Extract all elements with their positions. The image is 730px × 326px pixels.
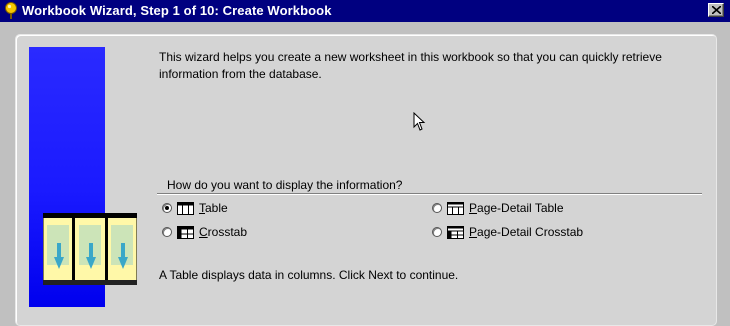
group-separator [157, 193, 702, 195]
close-icon [712, 6, 721, 14]
close-button[interactable] [708, 3, 724, 17]
radio-crosstab[interactable] [162, 227, 172, 237]
radio-page-detail-crosstab[interactable] [432, 227, 442, 237]
page-detail-table-icon [447, 201, 464, 215]
option-crosstab-label: Crosstab [199, 225, 248, 239]
title-bar[interactable]: Workbook Wizard, Step 1 of 10: Create Wo… [0, 0, 730, 22]
option-page-detail-crosstab[interactable]: Page-Detail Crosstab [432, 223, 583, 241]
wizard-icon [5, 2, 17, 19]
intro-text: This wizard helps you create a new works… [159, 50, 662, 81]
footer-hint-text: A Table displays data in columns. Click … [159, 268, 459, 282]
display-group-label: How do you want to display the informati… [167, 178, 403, 192]
radio-page-detail-table[interactable] [432, 203, 442, 213]
mouse-cursor-icon [413, 112, 426, 131]
crosstab-icon [177, 225, 194, 239]
option-page-detail-crosstab-label: Page-Detail Crosstab [469, 225, 584, 239]
page-detail-crosstab-icon [447, 225, 464, 239]
option-page-detail-table[interactable]: Page-Detail Table [432, 199, 564, 217]
option-crosstab[interactable]: Crosstab [162, 223, 247, 241]
window-title: Workbook Wizard, Step 1 of 10: Create Wo… [22, 3, 332, 18]
workbook-illustration [43, 213, 137, 285]
option-table[interactable]: Table [162, 199, 228, 217]
option-table-label: Table [199, 201, 228, 215]
radio-table[interactable] [162, 203, 172, 213]
option-page-detail-table-label: Page-Detail Table [469, 201, 564, 215]
table-icon [177, 201, 194, 215]
